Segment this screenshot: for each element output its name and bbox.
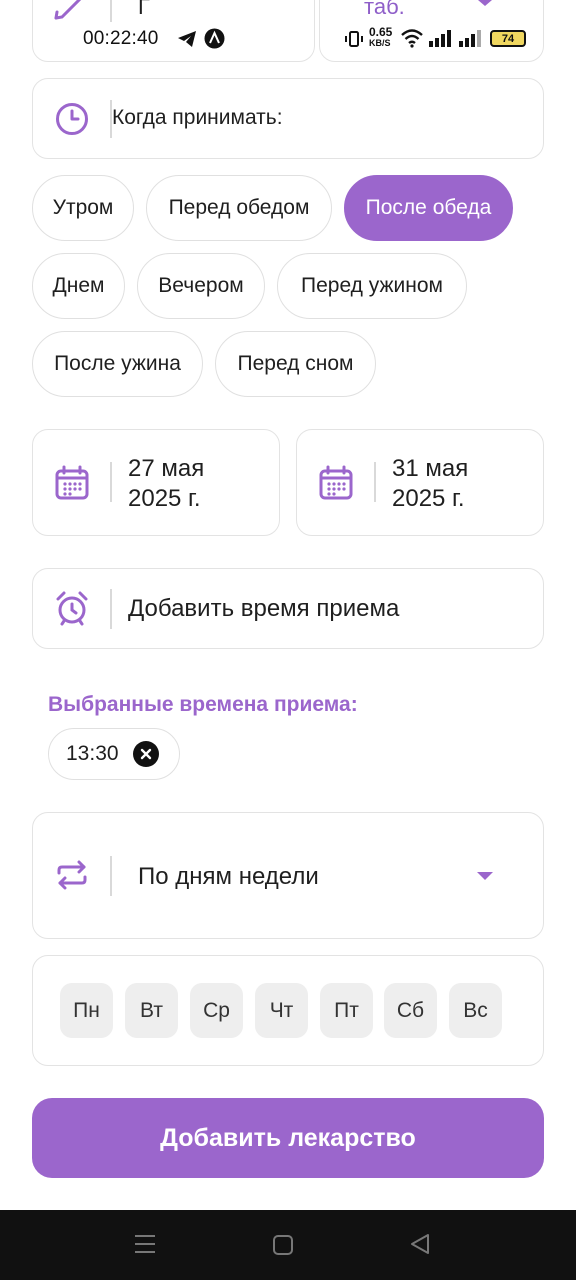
remove-time-icon[interactable] xyxy=(133,741,159,767)
day-tue[interactable]: Вт xyxy=(125,983,178,1038)
field-divider xyxy=(110,856,112,896)
field-divider xyxy=(110,589,112,629)
pencil-icon xyxy=(52,0,86,22)
app-notification-icon xyxy=(204,28,225,49)
chip-day[interactable]: Днем xyxy=(32,253,125,319)
day-sun[interactable]: Вс xyxy=(449,983,502,1038)
menu-icon[interactable] xyxy=(133,1233,157,1255)
calendar-icon xyxy=(54,465,90,501)
chip-before-sleep[interactable]: Перед сном xyxy=(215,331,376,397)
signal-icon-2 xyxy=(458,30,483,47)
add-time-label: Добавить время приема xyxy=(128,595,400,622)
day-fri[interactable]: Пт xyxy=(320,983,373,1038)
chip-after-lunch[interactable]: После обеда xyxy=(344,175,513,241)
add-medicine-button[interactable]: Добавить лекарство xyxy=(32,1098,544,1178)
selected-time-chip: 13:30 xyxy=(48,728,180,780)
chip-before-lunch[interactable]: Перед обедом xyxy=(146,175,332,241)
field-divider xyxy=(110,462,112,502)
alarm-clock-icon xyxy=(54,590,90,626)
telegram-icon xyxy=(177,29,197,49)
day-mon[interactable]: Пн xyxy=(60,983,113,1038)
field-divider xyxy=(110,0,112,22)
medicine-name-value: Г xyxy=(138,0,150,19)
vibrate-icon xyxy=(344,29,364,49)
selected-times-title: Выбранные времена приема: xyxy=(48,693,358,716)
day-thu[interactable]: Чт xyxy=(255,983,308,1038)
day-wed[interactable]: Ср xyxy=(190,983,243,1038)
dropdown-arrow-icon xyxy=(476,0,494,8)
net-speed-value: 0.65 xyxy=(369,25,393,39)
chip-morning[interactable]: Утром xyxy=(32,175,134,241)
battery-level: 74 xyxy=(501,32,515,45)
day-sat[interactable]: Сб xyxy=(384,983,437,1038)
start-date-day: 27 мая xyxy=(128,455,205,482)
battery-icon: 74 xyxy=(490,30,526,47)
calendar-icon xyxy=(318,465,354,501)
frequency-value: По дням недели xyxy=(138,863,319,890)
chip-before-dinner[interactable]: Перед ужином xyxy=(277,253,467,319)
net-speed-unit: KB/S xyxy=(369,38,391,48)
start-date-year: 2025 г. xyxy=(128,485,201,512)
end-date-year: 2025 г. xyxy=(392,485,465,512)
back-icon[interactable] xyxy=(409,1233,431,1255)
end-date-day: 31 мая xyxy=(392,455,469,482)
field-divider xyxy=(374,462,376,502)
wifi-icon xyxy=(400,28,424,48)
chip-evening[interactable]: Вечером xyxy=(137,253,265,319)
signal-icon-1 xyxy=(428,30,453,47)
home-icon[interactable] xyxy=(272,1234,294,1256)
when-to-take-label: Когда принимать: xyxy=(112,106,283,129)
chip-after-dinner[interactable]: После ужина xyxy=(32,331,203,397)
chevron-down-icon xyxy=(475,870,495,882)
repeat-icon xyxy=(55,860,89,890)
when-to-take-field[interactable] xyxy=(32,78,544,159)
clock-icon xyxy=(55,102,89,136)
dosage-form-value: таб. xyxy=(364,0,405,19)
status-time: 00:22:40 xyxy=(83,28,159,49)
